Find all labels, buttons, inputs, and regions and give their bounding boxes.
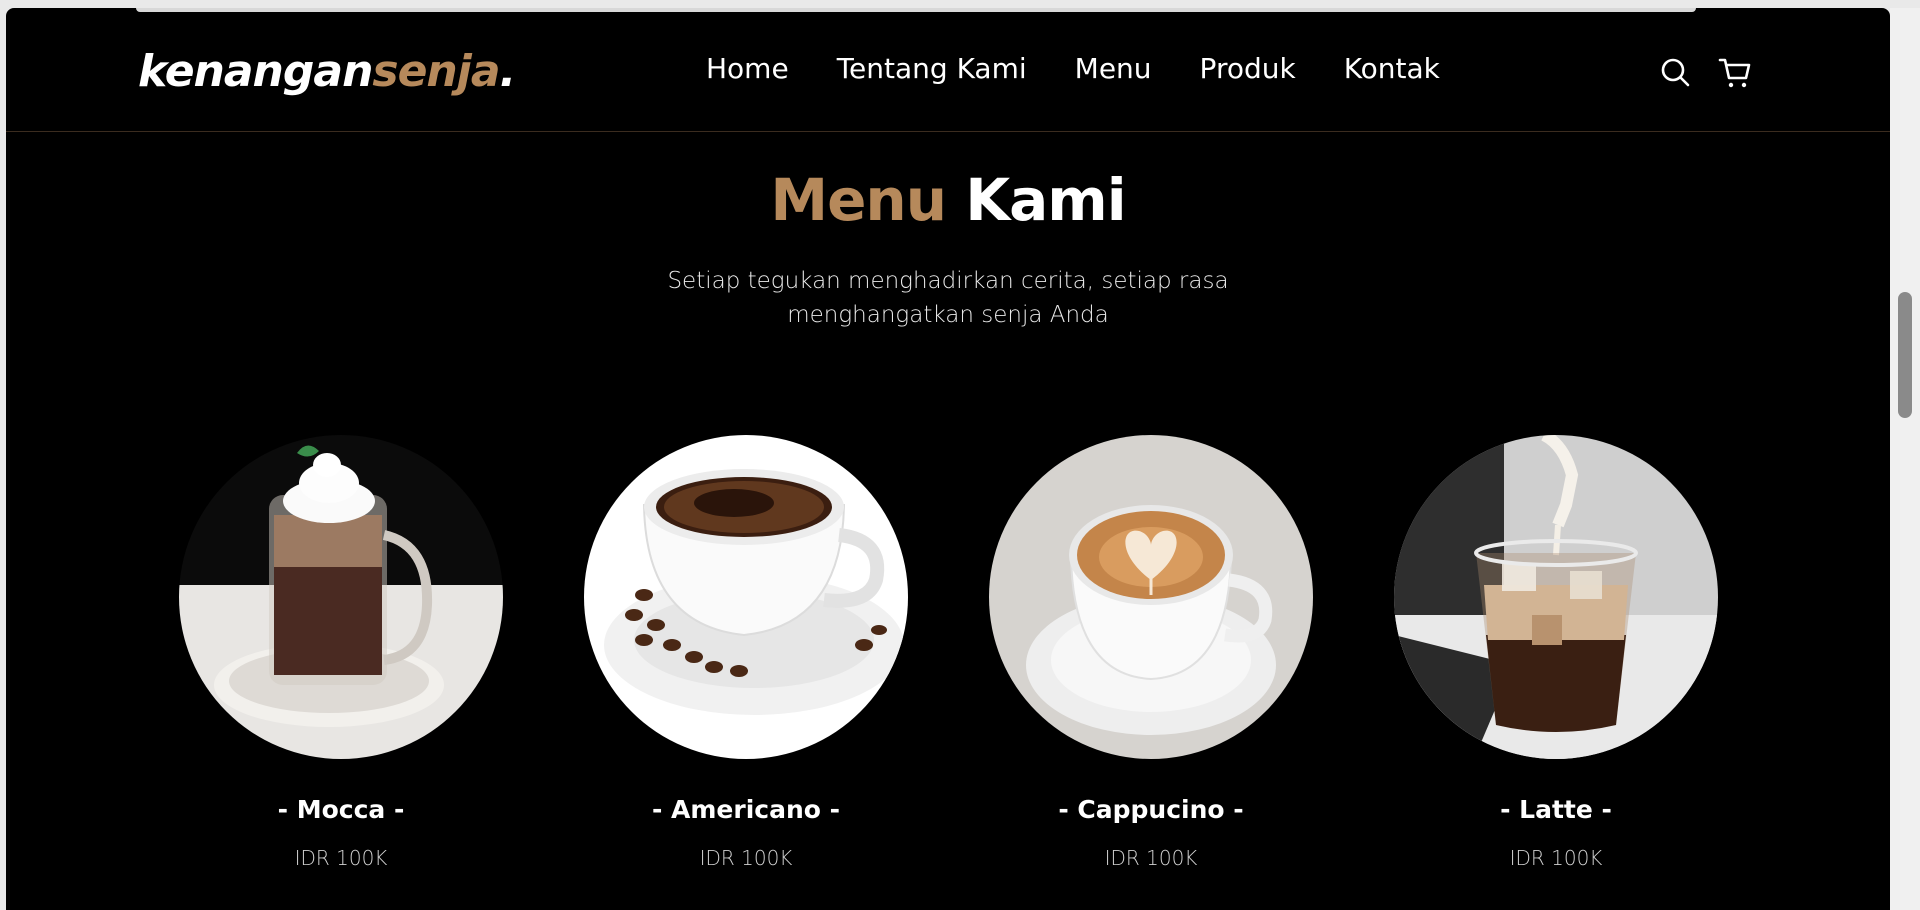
cappucino-image — [989, 435, 1313, 759]
menu-item-price: IDR 100K — [294, 846, 388, 870]
section-title: Menu Kami — [6, 166, 1890, 234]
menu-item-price: IDR 100K — [1104, 846, 1198, 870]
section-subtitle: Setiap tegukan menghadirkan cerita, seti… — [6, 264, 1890, 332]
scrollbar-thumb[interactable] — [1898, 292, 1912, 418]
nav-link-tentang-kami[interactable]: Tentang Kami — [837, 52, 1027, 85]
menu-item-mocca[interactable]: - Mocca - IDR 100K — [179, 435, 503, 870]
search-icon[interactable] — [1657, 54, 1693, 90]
menu-item-cappucino[interactable]: - Cappucino - IDR 100K — [989, 435, 1313, 870]
nav-link-kontak[interactable]: Kontak — [1344, 52, 1440, 85]
mocca-image — [179, 435, 503, 759]
section-subtitle-line2: menghangatkan senja Anda — [787, 302, 1109, 328]
nav-link-menu[interactable]: Menu — [1075, 52, 1152, 85]
brand-name-part3: . — [499, 46, 517, 97]
cart-icon[interactable] — [1717, 54, 1753, 90]
menu-item-name: - Mocca - — [277, 795, 405, 824]
americano-image — [584, 435, 908, 759]
brand-logo[interactable]: kenangansenja. — [138, 46, 517, 97]
page-viewport: kenangansenja. Home Tentang Kami Menu Pr… — [6, 8, 1890, 910]
menu-item-americano[interactable]: - Americano - IDR 100K — [584, 435, 908, 870]
page-scrollbar[interactable] — [1890, 8, 1920, 910]
menu-item-name: - Latte - — [1500, 795, 1612, 824]
menu-item-price: IDR 100K — [699, 846, 793, 870]
navbar: kenangansenja. Home Tentang Kami Menu Pr… — [6, 8, 1890, 132]
nav-links: Home Tentang Kami Menu Produk Kontak — [706, 52, 1488, 85]
latte-image — [1394, 435, 1718, 759]
section-subtitle-line1: Setiap tegukan menghadirkan cerita, seti… — [667, 268, 1229, 294]
menu-item-latte[interactable]: - Latte - IDR 100K — [1394, 435, 1718, 870]
section-title-rest: Kami — [946, 166, 1126, 234]
nav-link-home[interactable]: Home — [706, 52, 789, 85]
menu-item-price: IDR 100K — [1509, 846, 1603, 870]
nav-icons — [1657, 54, 1753, 90]
menu-item-name: - Cappucino - — [1058, 795, 1244, 824]
brand-name-part2: senja — [372, 46, 500, 97]
brand-name-part1: kenangan — [138, 46, 373, 97]
menu-item-name: - Americano - — [651, 795, 841, 824]
nav-link-produk[interactable]: Produk — [1200, 52, 1296, 85]
section-title-accent: Menu — [770, 166, 947, 234]
